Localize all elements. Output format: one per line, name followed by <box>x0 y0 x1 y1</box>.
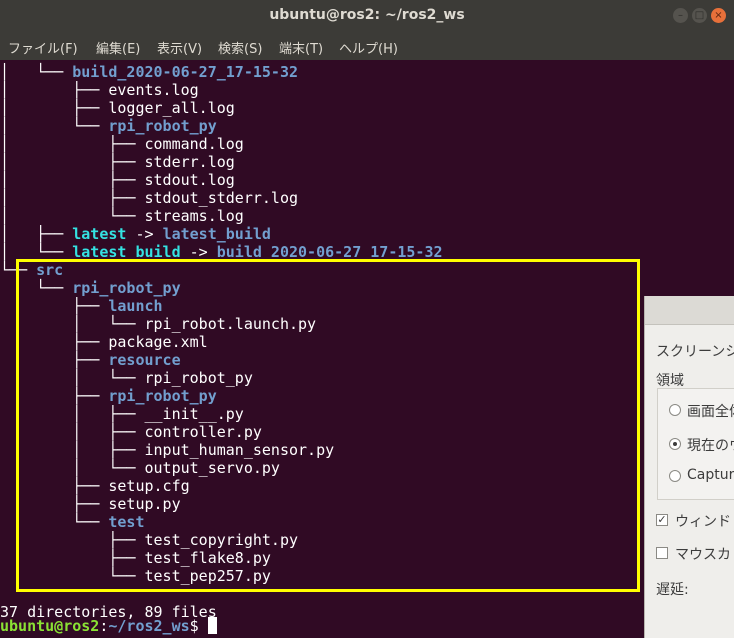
tree-line: │ └── streams.log <box>0 207 244 225</box>
option-current-window-label[interactable]: 現在のウ <box>687 435 734 455</box>
file-name: -> <box>126 225 163 243</box>
radio-current-window[interactable] <box>669 438 681 450</box>
symlink-name: latest <box>72 225 127 243</box>
prompt-user-host: ubuntu@ros2 <box>0 617 100 635</box>
file-name: events.log <box>108 81 199 99</box>
menu-edit[interactable]: 編集(E) <box>96 38 140 57</box>
option-whole-screen-label[interactable]: 画面全体 <box>687 401 734 421</box>
tree-branch: │ ├── <box>0 225 73 243</box>
window-checkbox-label[interactable]: ウィンド <box>675 511 731 531</box>
maximize-icon[interactable]: □ <box>692 8 707 23</box>
tree-line: │ └── rpi_robot_py <box>0 117 217 135</box>
directory-name: build_2020-06-27_17-15-32 <box>72 63 299 81</box>
menu-file[interactable]: ファイル(F) <box>8 38 78 57</box>
minimize-icon[interactable]: – <box>673 8 688 23</box>
prompt-path: ~/ros2_ws <box>108 617 190 635</box>
window-checkbox[interactable]: ✓ <box>656 514 668 526</box>
menu-search[interactable]: 検索(S) <box>218 38 262 57</box>
dialog-title: スクリーンシ <box>656 344 734 360</box>
screenshot-dialog: スクリーンシ 領域 画面全体 現在のウ Capture ✓ ウィンド マウスカ … <box>644 296 734 638</box>
prompt-symbol: $ <box>189 617 208 635</box>
mouse-checkbox[interactable] <box>656 547 668 559</box>
file-name: stderr.log <box>144 153 235 171</box>
tree-branch: │ ├── <box>0 135 145 153</box>
highlight-box <box>16 259 640 592</box>
tree-line: │ ├── stdout_stderr.log <box>0 189 298 207</box>
tree-branch: │ └── <box>0 207 145 225</box>
menu-terminal[interactable]: 端末(T) <box>279 38 323 57</box>
file-name: stdout.log <box>144 171 235 189</box>
tree-line: │ ├── command.log <box>0 135 244 153</box>
directory-name: rpi_robot_py <box>108 117 217 135</box>
option-capture-label[interactable]: Capture <box>687 467 734 483</box>
text-cursor <box>207 617 217 634</box>
tree-line: │ ├── logger_all.log <box>0 99 235 117</box>
tree-line: │ ├── stderr.log <box>0 153 235 171</box>
dialog-header[interactable] <box>645 296 734 325</box>
tree-branch: │ ├── <box>0 153 145 171</box>
menu-help[interactable]: ヘルプ(H) <box>339 38 398 57</box>
menu-bar: ファイル(F) 編集(E) 表示(V) 検索(S) 端末(T) ヘルプ(H) <box>0 32 734 60</box>
tree-branch: │ ├── <box>0 99 109 117</box>
radio-whole-screen[interactable] <box>669 404 681 416</box>
tree-branch: │ ├── <box>0 189 145 207</box>
file-name: streams.log <box>144 207 244 225</box>
window-title: ubuntu@ros2: ~/ros2_ws <box>269 7 465 23</box>
directory-name: latest_build <box>162 225 271 243</box>
tree-line: │ ├── latest -> latest_build <box>0 225 271 243</box>
menu-view[interactable]: 表示(V) <box>157 38 202 57</box>
mouse-checkbox-label[interactable]: マウスカ <box>675 544 731 564</box>
delay-label: 遅延: <box>656 582 689 598</box>
tree-branch: │ ├── <box>0 171 145 189</box>
radio-capture-area[interactable] <box>669 470 681 482</box>
close-icon[interactable]: × <box>711 8 726 23</box>
file-name: logger_all.log <box>108 99 235 117</box>
prompt-line[interactable]: ubuntu@ros2:~/ros2_ws$ <box>0 617 217 635</box>
area-label: 領域 <box>656 373 684 389</box>
file-name: command.log <box>144 135 244 153</box>
tree-branch: │ └── <box>0 117 109 135</box>
tree-line: │ └── build_2020-06-27_17-15-32 <box>0 63 298 81</box>
tree-line: │ ├── stdout.log <box>0 171 235 189</box>
file-name: stdout_stderr.log <box>144 189 299 207</box>
title-bar[interactable]: ubuntu@ros2: ~/ros2_ws – □ × <box>0 0 734 32</box>
tree-branch: │ └── <box>0 63 73 81</box>
tree-line: │ ├── events.log <box>0 81 199 99</box>
tree-branch: │ ├── <box>0 81 109 99</box>
